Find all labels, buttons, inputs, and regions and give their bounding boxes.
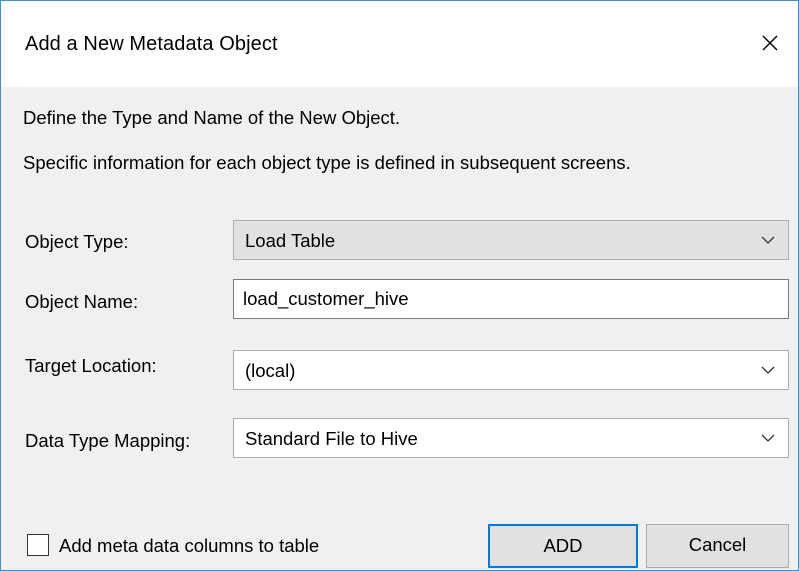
target-location-label: Target Location: [25, 355, 157, 376]
data-type-mapping-label: Data Type Mapping: [25, 430, 191, 451]
chevron-down-icon [761, 236, 775, 244]
target-location-value: (local) [245, 360, 296, 381]
object-name-input[interactable] [243, 286, 763, 312]
object-name-field[interactable] [233, 279, 789, 319]
close-icon [762, 35, 778, 51]
target-location-dropdown[interactable]: (local) [233, 350, 789, 390]
add-meta-columns-checkbox[interactable] [27, 534, 49, 556]
add-button[interactable]: ADD [488, 524, 638, 568]
chevron-down-icon [761, 434, 775, 442]
add-meta-columns-label: Add meta data columns to table [59, 535, 320, 556]
dialog-window: Add a New Metadata Object Define the Typ… [0, 0, 799, 571]
object-type-dropdown[interactable]: Load Table [233, 220, 789, 260]
close-button[interactable] [750, 23, 790, 63]
chevron-down-icon [761, 366, 775, 374]
title-bar: Add a New Metadata Object [1, 1, 798, 87]
object-type-label: Object Type: [25, 231, 129, 252]
data-type-mapping-dropdown[interactable]: Standard File to Hive [233, 418, 789, 458]
cancel-button[interactable]: Cancel [646, 524, 789, 568]
data-type-mapping-value: Standard File to Hive [245, 428, 418, 449]
dialog-title: Add a New Metadata Object [25, 33, 278, 55]
description-line-2: Specific information for each object typ… [23, 152, 631, 173]
object-name-label: Object Name: [25, 291, 139, 312]
description-line-1: Define the Type and Name of the New Obje… [23, 107, 401, 128]
object-type-value: Load Table [245, 230, 336, 251]
